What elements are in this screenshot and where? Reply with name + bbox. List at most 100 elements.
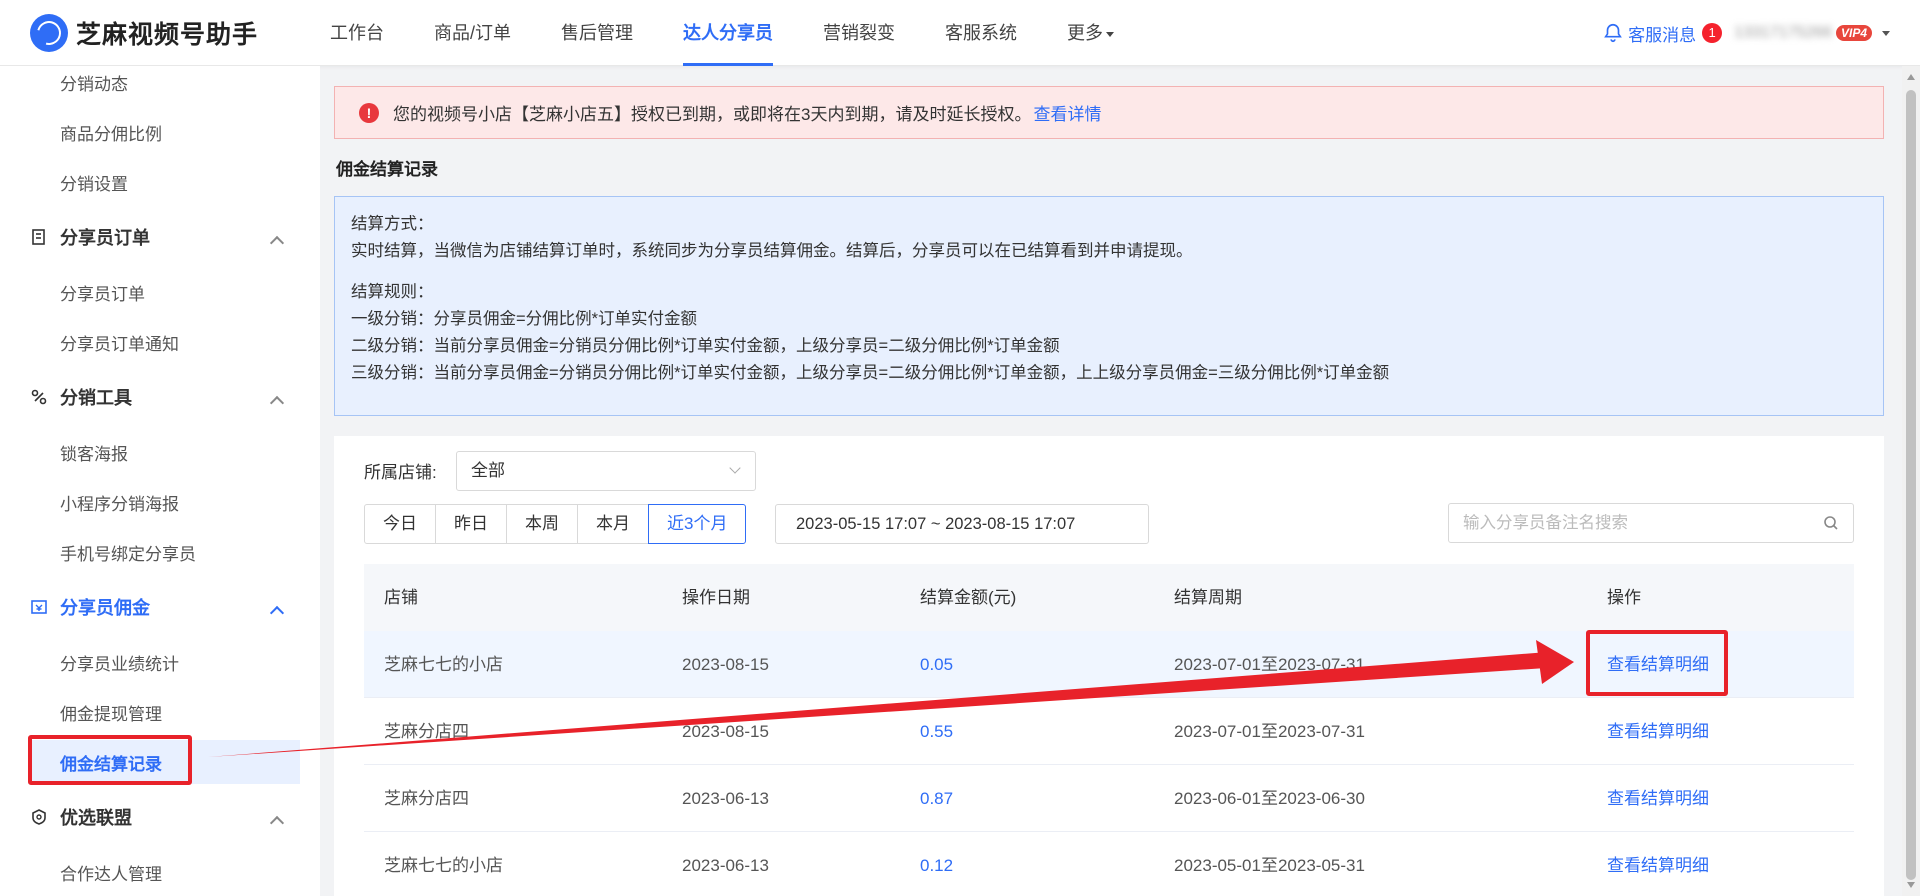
store-select[interactable]: 全部 — [456, 451, 756, 491]
cell-store: 芝麻七七的小店 — [384, 655, 503, 674]
table-header: 店铺 操作日期 结算金额(元) 结算周期 操作 — [364, 564, 1854, 631]
annotation-box-sidebar — [28, 735, 192, 785]
cell-period: 2023-07-01至2023-07-31 — [1174, 722, 1365, 741]
scroll-down-icon[interactable] — [1907, 882, 1915, 888]
nav-more[interactable]: 更多 — [1067, 0, 1115, 66]
nav-products-orders[interactable]: 商品/订单 — [434, 0, 511, 66]
sidebar-item-commission-ratio[interactable]: 商品分佣比例 — [60, 120, 162, 145]
header-amount: 结算金额(元) — [920, 588, 1017, 607]
cell-date: 2023-06-13 — [682, 789, 769, 808]
cell-period: 2023-05-01至2023-05-31 — [1174, 856, 1365, 875]
sidebar-group-tools[interactable]: 分销工具 — [30, 384, 132, 410]
sidebar-item-distribution-news[interactable]: 分销动态 — [60, 70, 128, 95]
bell-icon[interactable] — [1602, 22, 1624, 44]
nav-marketing[interactable]: 营销裂变 — [823, 0, 895, 66]
period-segmented-control: 今日 昨日 本周 本月 近3个月 — [364, 504, 747, 544]
chevron-down-icon — [729, 462, 741, 474]
scroll-thumb[interactable] — [1906, 90, 1916, 880]
header-period: 结算周期 — [1174, 588, 1242, 607]
sidebar-item-lock-poster[interactable]: 锁客海报 — [60, 440, 128, 465]
table-row: 芝麻分店四 2023-06-13 0.87 2023-06-01至2023-06… — [364, 765, 1854, 832]
sidebar-group-tools-label: 分销工具 — [60, 388, 132, 408]
sidebar-item-miniapp-poster[interactable]: 小程序分销海报 — [60, 490, 179, 515]
sidebar-group-orders[interactable]: 分享员订单 — [30, 224, 150, 250]
alert-details-link[interactable]: 查看详情 — [1033, 100, 1101, 125]
cell-period: 2023-07-01至2023-07-31 — [1174, 655, 1365, 674]
page-scrollbar[interactable] — [1902, 66, 1920, 896]
cell-period: 2023-06-01至2023-06-30 — [1174, 789, 1365, 808]
header-right: 客服消息 1 13317175266 VIP4 — [1602, 0, 1890, 66]
sidebar-group-commission[interactable]: 分享员佣金 — [30, 594, 150, 620]
top-header: 芝麻视频号助手 工作台 商品/订单 售后管理 达人分享员 营销裂变 客服系统 更… — [0, 0, 1920, 66]
method-title: 结算方式： — [351, 215, 434, 233]
sidebar-item-withdrawal[interactable]: 佣金提现管理 — [60, 700, 162, 725]
settlement-info-box: 结算方式： 实时结算，当微信为店铺结算订单时，系统同步为分享员结算佣金。结算后，… — [334, 196, 1884, 416]
sidebar-item-phone-bind[interactable]: 手机号绑定分享员 — [60, 540, 196, 565]
table-row: 芝麻七七的小店 2023-06-13 0.12 2023-05-01至2023-… — [364, 832, 1854, 896]
main-nav: 工作台 商品/订单 售后管理 达人分享员 营销裂变 客服系统 更多 — [330, 0, 1164, 66]
cell-amount: 0.55 — [920, 722, 954, 741]
sidebar-group-commission-label: 分享员佣金 — [60, 598, 150, 618]
sidebar-group-alliance[interactable]: 优选联盟 — [30, 804, 132, 830]
account-caret-icon[interactable] — [1882, 30, 1890, 36]
method-text: 实时结算，当微信为店铺结算订单时，系统同步为分享员结算佣金。结算后，分享员可以在… — [351, 242, 1193, 260]
search-icon[interactable] — [1823, 515, 1839, 531]
cell-store: 芝麻七七的小店 — [384, 856, 503, 875]
header-date: 操作日期 — [682, 588, 750, 607]
date-range-picker[interactable]: 2023-05-15 17:07 ~ 2023-08-15 17:07 — [775, 504, 1149, 544]
period-this-month[interactable]: 本月 — [577, 504, 649, 544]
chevron-up-icon[interactable] — [269, 235, 285, 251]
chevron-up-icon[interactable] — [269, 395, 285, 411]
chevron-up-icon[interactable] — [269, 815, 285, 831]
period-today[interactable]: 今日 — [364, 504, 436, 544]
scroll-up-icon[interactable] — [1907, 74, 1915, 80]
cell-date: 2023-08-15 — [682, 655, 769, 674]
cell-amount: 0.12 — [920, 856, 954, 875]
app-name: 芝麻视频号助手 — [76, 21, 259, 49]
table-row: 芝麻分店四 2023-08-15 0.55 2023-07-01至2023-07… — [364, 698, 1854, 765]
sidebar-item-distribution-settings[interactable]: 分销设置 — [60, 170, 128, 195]
caret-down-icon — [1106, 31, 1115, 37]
chevron-up-icon[interactable] — [269, 605, 285, 621]
view-details-link[interactable]: 查看结算明细 — [1607, 832, 1709, 896]
period-this-week[interactable]: 本周 — [506, 504, 578, 544]
header-action: 操作 — [1607, 588, 1641, 607]
nav-workbench[interactable]: 工作台 — [330, 0, 384, 66]
rule-level-2: 二级分销：当前分享员佣金=分销员分佣比例*订单实付金额，上级分享员=二级分佣比例… — [351, 337, 1060, 355]
cell-amount: 0.87 — [920, 789, 954, 808]
messages-link[interactable]: 客服消息 — [1628, 21, 1696, 46]
sidebar-item-performance[interactable]: 分享员业绩统计 — [60, 650, 179, 675]
store-select-value: 全部 — [471, 461, 505, 480]
sidebar-item-order-notice[interactable]: 分享员订单通知 — [60, 330, 179, 355]
sharer-search — [1448, 503, 1854, 543]
nav-sharers[interactable]: 达人分享员 — [683, 0, 774, 66]
alliance-icon — [32, 809, 46, 825]
period-yesterday[interactable]: 昨日 — [435, 504, 507, 544]
store-filter-label: 所属店铺: — [364, 463, 437, 482]
page-title: 佣金结算记录 — [336, 160, 438, 179]
nav-after-sales[interactable]: 售后管理 — [561, 0, 633, 66]
cell-store: 芝麻分店四 — [384, 789, 469, 808]
cell-store: 芝麻分店四 — [384, 722, 469, 741]
vip-badge: VIP4 — [1835, 25, 1872, 41]
header-store: 店铺 — [384, 588, 418, 607]
cell-date: 2023-06-13 — [682, 856, 769, 875]
rule-level-1: 一级分销：分享员佣金=分佣比例*订单实付金额 — [351, 310, 698, 328]
expiry-alert: ! 您的视频号小店【芝麻小店五】授权已到期，或即将在3天内到期，请及时延长授权。… — [334, 86, 1884, 139]
tools-icon — [31, 389, 47, 405]
rules-title: 结算规则： — [351, 283, 434, 301]
cell-amount: 0.05 — [920, 655, 954, 674]
cell-date: 2023-08-15 — [682, 722, 769, 741]
logo-icon — [30, 14, 68, 52]
sidebar-item-sharer-orders[interactable]: 分享员订单 — [60, 280, 145, 305]
view-details-link[interactable]: 查看结算明细 — [1607, 765, 1709, 832]
settlement-table: 店铺 操作日期 结算金额(元) 结算周期 操作 芝麻七七的小店 2023-08-… — [364, 564, 1854, 896]
period-last-3-months[interactable]: 近3个月 — [648, 504, 747, 544]
nav-customer-service[interactable]: 客服系统 — [945, 0, 1017, 66]
view-details-link[interactable]: 查看结算明细 — [1607, 698, 1709, 765]
sidebar-item-partner-management[interactable]: 合作达人管理 — [60, 860, 162, 885]
search-input[interactable] — [1449, 504, 1809, 542]
app-logo[interactable]: 芝麻视频号助手 — [30, 14, 258, 52]
sidebar-group-orders-label: 分享员订单 — [60, 228, 150, 248]
account-name[interactable]: 13317175266 — [1734, 24, 1832, 42]
